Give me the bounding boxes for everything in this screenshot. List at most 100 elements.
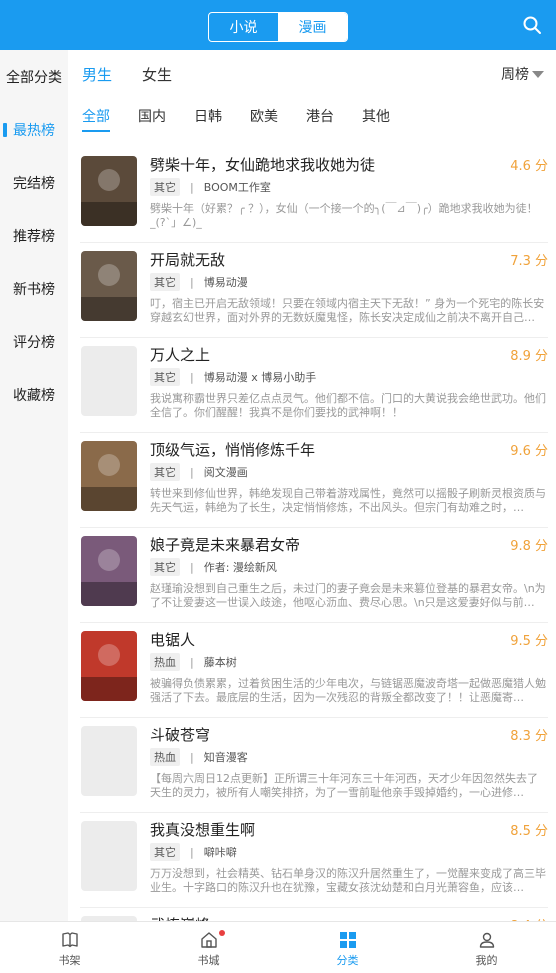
- book-description: 转世来到修仙世界，韩绝发现自己带着游戏属性，竟然可以摇骰子刷新灵根资质与先天气运…: [150, 487, 546, 514]
- book-score: 4.6 分: [510, 159, 548, 174]
- tab-novel[interactable]: 小说: [209, 13, 278, 41]
- sidebar-item-all-categories[interactable]: 全部分类: [0, 57, 68, 97]
- meta-divider: |: [190, 370, 194, 384]
- bookstore-icon: [200, 931, 217, 948]
- book-row[interactable]: 武炼巅峰8.4 分其它|: [80, 908, 548, 921]
- gender-tabs: 男生 女生: [82, 64, 172, 88]
- book-description: 赵瑾瑜没想到自己重生之后，未过门的妻子竟会是未来篡位登基的暴君女帝。\n为了不让…: [150, 582, 546, 609]
- sidebar-item-label: 最热榜: [13, 123, 55, 139]
- nav-category[interactable]: 分类: [278, 922, 417, 973]
- book-cover: [81, 346, 137, 416]
- profile-icon: [479, 932, 494, 948]
- top-bar: 小说 漫画: [0, 0, 556, 50]
- tab-region-hk-tw[interactable]: 港台: [306, 106, 334, 126]
- book-author: 噼咔噼: [203, 846, 237, 859]
- nav-bookshelf[interactable]: 书架: [0, 922, 139, 973]
- nav-label: 书架: [58, 953, 81, 967]
- book-score: 8.3 分: [510, 729, 548, 744]
- nav-label: 分类: [336, 953, 359, 967]
- tab-region-japan-korea[interactable]: 日韩: [194, 106, 222, 126]
- sidebar-item-completed[interactable]: 完结榜: [0, 163, 68, 203]
- genre-tag: 其它: [150, 368, 180, 386]
- book-row[interactable]: 我真没想重生啊 8.5 分其它 | 噼咔噼 万万没想到，社会精英、钻石单身汉的陈汉升居然…: [80, 813, 548, 908]
- book-row[interactable]: 顶级气运，悄悄修炼千年 9.6 分其它 | 阅文漫画 转世来到修仙世界，韩绝发现自己带着…: [80, 433, 548, 528]
- book-cover: [81, 536, 137, 606]
- book-row[interactable]: 娘子竟是未来暴君女帝 9.8 分其它 | 作者: 漫绘新风 赵瑾瑜没想到自己重生之后，未…: [80, 528, 548, 623]
- book-author: 知音漫客: [203, 751, 248, 764]
- notification-badge: [219, 930, 225, 936]
- book-meta: 其它 | 作者: 漫绘新风: [150, 558, 277, 576]
- book-row[interactable]: 电锯人 9.5 分热血 | 藤本树 被骗得负债累累，过着贫困生活的少年电次，与链锯恶魔波…: [80, 623, 548, 718]
- book-author: 作者: 漫绘新风: [203, 561, 277, 574]
- book-meta: 其它 | 博易动漫 x 博易小助手: [150, 368, 316, 386]
- book-list: 劈柴十年，女仙跪地求我收她为徒 4.6 分其它 | BOOM工作室 劈柴十年（好累？╭ …: [68, 148, 556, 921]
- sidebar-item-rating[interactable]: 评分榜: [0, 322, 68, 362]
- tab-comic[interactable]: 漫画: [278, 13, 347, 41]
- sidebar-item-label: 收藏榜: [13, 388, 55, 404]
- sidebar-item-label: 新书榜: [13, 282, 55, 298]
- book-score: 7.3 分: [510, 254, 548, 269]
- book-cover: [81, 821, 137, 891]
- chevron-down-icon: [532, 70, 544, 78]
- sidebar-item-label: 全部分类: [6, 70, 62, 86]
- meta-divider: |: [190, 275, 194, 289]
- genre-tag: 其它: [150, 178, 180, 196]
- tab-region-western[interactable]: 欧美: [250, 106, 278, 126]
- book-score: 9.8 分: [510, 539, 548, 554]
- book-description: 【每周六周日12点更新】正所谓三十年河东三十年河西，天才少年因忽然失去了天生的灵…: [150, 772, 538, 799]
- book-row[interactable]: 斗破苍穹 8.3 分热血 | 知音漫客 【每周六周日12点更新】正所谓三十年河东三十年河…: [80, 718, 548, 813]
- nav-profile[interactable]: 我的: [417, 922, 556, 973]
- book-meta: 其它 | BOOM工作室: [150, 178, 271, 196]
- book-score: 9.6 分: [510, 444, 548, 459]
- genre-tag: 其它: [150, 843, 180, 861]
- book-cover: [81, 726, 137, 796]
- bookshelf-icon: [61, 931, 78, 947]
- book-row[interactable]: 万人之上 8.9 分其它 | 博易动漫 x 博易小助手 我说寓称霸世界只差亿点点灵气。他…: [80, 338, 548, 433]
- book-meta: 其它 | 博易动漫: [150, 273, 248, 291]
- active-indicator: [3, 123, 7, 137]
- meta-divider: |: [190, 845, 194, 859]
- content-type-switch: 小说 漫画: [208, 12, 348, 42]
- sidebar-item-recommended[interactable]: 推荐榜: [0, 216, 68, 256]
- book-title: 电锯人: [150, 631, 196, 649]
- meta-divider: |: [190, 655, 194, 669]
- book-meta: 其它 | 阅文漫画: [150, 463, 248, 481]
- book-score: 9.5 分: [510, 634, 548, 649]
- sidebar-item-new[interactable]: 新书榜: [0, 269, 68, 309]
- region-tabs: 全部 国内 日韩 欧美 港台 其他: [82, 106, 418, 132]
- genre-tag: 其它: [150, 273, 180, 291]
- search-icon[interactable]: [522, 15, 542, 35]
- book-description: 被骗得负债累累，过着贫困生活的少年电次，与链锯恶魔波奇塔一起做恶魔猎人勉强活了下…: [150, 677, 546, 704]
- sidebar-item-favorites[interactable]: 收藏榜: [0, 375, 68, 415]
- period-dropdown[interactable]: 周榜: [501, 64, 544, 84]
- tab-region-other[interactable]: 其他: [362, 106, 390, 126]
- meta-divider: |: [190, 560, 194, 574]
- nav-bookstore[interactable]: 书城: [139, 922, 278, 973]
- book-title: 娘子竟是未来暴君女帝: [150, 536, 301, 554]
- book-description: 劈柴十年（好累？╭ ？），女仙（一个接一个的╮(￣⊿￣)╭）跪地求我收她为徒！_…: [150, 202, 538, 229]
- book-row[interactable]: 开局就无敌 7.3 分其它 | 博易动漫 叮，宿主已开启无敌领域！只要在领域内宿主天下无…: [80, 243, 548, 338]
- sidebar-item-label: 推荐榜: [13, 229, 55, 245]
- tab-male[interactable]: 男生: [82, 64, 112, 88]
- book-score: 8.5 分: [510, 824, 548, 839]
- book-title: 武炼巅峰: [150, 914, 210, 921]
- book-title: 斗破苍穹: [150, 726, 211, 744]
- book-author: BOOM工作室: [203, 181, 271, 194]
- book-row[interactable]: 劈柴十年，女仙跪地求我收她为徒 4.6 分其它 | BOOM工作室 劈柴十年（好累？╭ …: [80, 148, 548, 243]
- sidebar-item-label: 评分榜: [13, 335, 55, 351]
- nav-label: 书城: [197, 953, 220, 967]
- meta-divider: |: [190, 180, 194, 194]
- tab-region-domestic[interactable]: 国内: [138, 106, 166, 126]
- tab-female[interactable]: 女生: [142, 64, 172, 88]
- ranking-sidebar: 全部分类 最热榜 完结榜 推荐榜 新书榜 评分榜 收藏榜: [0, 50, 68, 921]
- book-meta: 热血 | 藤本树: [150, 653, 237, 671]
- tab-region-all[interactable]: 全部: [82, 106, 110, 132]
- book-meta: 其它 | 噼咔噼: [150, 843, 237, 861]
- sidebar-item-hottest[interactable]: 最热榜: [0, 110, 68, 150]
- book-description: 我说寓称霸世界只差亿点点灵气。他们都不信。门口的大黄说我会绝世武功。他们全信了。…: [150, 392, 546, 419]
- genre-tag: 热血: [150, 748, 180, 766]
- book-cover: [81, 156, 137, 226]
- book-cover: [81, 441, 137, 511]
- book-author: 藤本树: [203, 656, 237, 669]
- app-root: 小说 漫画 全部分类 最热榜 完结榜 推荐榜 新书榜 评分榜 收藏榜 男生 女生…: [0, 0, 556, 973]
